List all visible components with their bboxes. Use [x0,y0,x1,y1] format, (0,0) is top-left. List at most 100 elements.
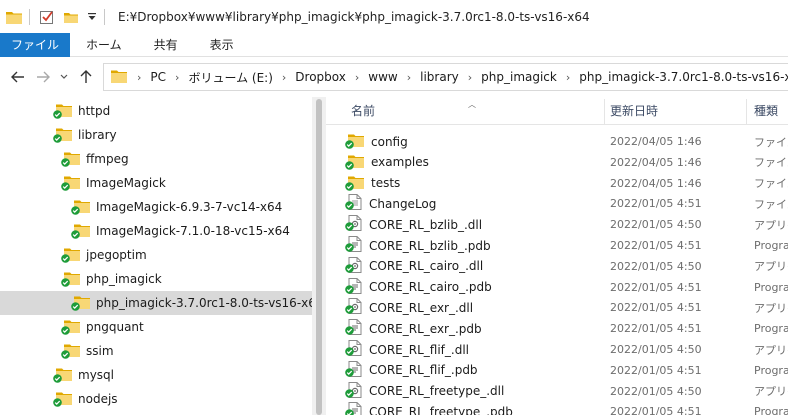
address-row: › PC › ボリューム (E:) › Dropbox › www › libr… [0,57,788,97]
nav-tree-label: ssim [86,344,114,358]
nav-tree-item[interactable]: ImageMagick-6.9.3-7-vc14-x64 [0,195,312,219]
column-header-name[interactable]: 名前 [351,97,375,125]
recent-locations-button[interactable] [57,66,71,88]
file-row[interactable]: CORE_RL_bzlib_.dll 2022/01/05 4:50 アプリケ [326,214,788,235]
properties-button[interactable] [37,7,57,27]
nav-tree-item[interactable]: library [0,123,312,147]
file-type: Progra [754,405,788,415]
nav-tree-item[interactable]: httpd [0,99,312,123]
file-row[interactable]: CORE_RL_bzlib_.pdb 2022/01/05 4:51 Progra [326,235,788,256]
nav-tree-label: pngquant [86,320,144,334]
forward-button[interactable] [32,66,54,88]
tab-share[interactable]: 共有 [138,33,194,57]
sync-check-icon [345,305,354,315]
breadcrumb-chevron-icon[interactable]: › [468,71,472,84]
chevron-down-icon [60,74,68,79]
folder-icon [345,133,364,150]
file-row[interactable]: CORE_RL_freetype_.dll 2022/01/05 4:50 アプリケ [326,381,788,402]
breadcrumb-chevron-icon[interactable]: › [355,71,359,84]
navigation-scrollbar[interactable] [312,97,326,415]
file-date: 2022/01/05 4:50 [610,343,702,356]
file-type: ファイル [754,156,788,170]
ribbon-tabs: ファイル ホーム 共有 表示 [0,33,788,57]
file-date: 2022/01/05 4:51 [610,197,702,211]
column-header-date[interactable]: 更新日時 [610,97,658,125]
scrollbar-thumb[interactable] [316,99,322,415]
nav-tree-item[interactable]: ImageMagick [0,171,312,195]
file-row[interactable]: CORE_RL_freetype_.pdb 2022/01/05 4:51 Prog… [326,401,788,415]
folder-icon [71,223,90,240]
new-folder-button[interactable] [61,7,81,27]
file-name: CORE_RL_bzlib_.pdb [369,238,491,253]
folder-icon [4,7,24,27]
file-date: 2022/01/05 4:51 [610,280,702,294]
breadcrumb-www[interactable]: www [368,70,397,84]
file-name: examples [371,155,429,170]
folder-icon [345,175,364,192]
file-row[interactable]: CORE_RL_cairo_.pdb 2022/01/05 4:51 Progra [326,277,788,298]
nav-tree-item[interactable]: ffmpeg [0,147,312,171]
nav-tree-item[interactable]: jpegoptim [0,243,312,267]
file-name: CORE_RL_bzlib_.dll [369,217,483,232]
tab-view[interactable]: 表示 [194,33,250,57]
tab-file[interactable]: ファイル [0,33,71,57]
nav-tree-item[interactable]: ImageMagick-7.1.0-18-vc15-x64 [0,219,312,243]
file-type: アプリケ [754,385,788,399]
nav-tree-item[interactable]: php_imagick-3.7.0rc1-8.0-ts-vs16-x64 [0,291,324,315]
folder-icon [111,69,127,86]
breadcrumb-pc[interactable]: PC [150,70,166,84]
sort-ascending-icon: ︿ [468,100,476,109]
back-button[interactable] [7,66,29,88]
breadcrumb-library[interactable]: library [420,70,459,84]
nav-tree-item[interactable]: pngquant [0,315,312,339]
file-name: CORE_RL_exr_.dll [369,300,474,315]
folder-icon [53,103,72,120]
sync-check-icon [61,349,70,359]
customize-quick-access-button[interactable] [85,7,99,27]
file-row[interactable]: config 2022/04/05 1:46 ファイル [326,131,788,152]
file-date: 2022/04/05 1:46 [610,155,702,169]
file-row[interactable]: ChangeLog 2022/01/05 4:51 ファイル [326,193,788,214]
breadcrumb-chevron-icon[interactable]: › [175,71,179,84]
breadcrumb-chevron-icon[interactable]: › [407,71,411,84]
file-row[interactable]: CORE_RL_cairo_.dll 2022/01/05 4:50 アプリケ [326,256,788,277]
nav-tree-item[interactable]: ssim [0,339,312,363]
title-separator [104,8,105,25]
file-row[interactable]: CORE_RL_exr_.dll 2022/01/05 4:51 アプリケ [326,297,788,318]
up-button[interactable] [75,66,97,88]
nav-tree-item[interactable]: php_imagick [0,267,312,291]
address-bar[interactable]: › PC › ボリューム (E:) › Dropbox › www › libr… [103,63,788,91]
folder-icon [53,367,72,384]
breadcrumb-chevron-icon[interactable]: › [137,71,141,84]
nav-tree-item[interactable]: nodejs [0,387,312,411]
file-date: 2022/01/05 4:51 [610,405,702,415]
sync-check-icon [345,243,354,252]
breadcrumb-php-imagick[interactable]: php_imagick [481,70,557,84]
nav-tree-label: ImageMagick-7.1.0-18-vc15-x64 [96,224,290,238]
file-row[interactable]: CORE_RL_exr_.pdb 2022/01/05 4:51 Progra [326,318,788,339]
file-row[interactable]: examples 2022/04/05 1:46 ファイル [326,152,788,173]
file-icon [345,340,362,359]
folder-icon [53,391,72,408]
column-header-type[interactable]: 種類 [754,97,778,125]
column-divider[interactable] [604,99,605,125]
file-type: ファイル [754,135,788,149]
sync-check-icon [61,157,70,167]
nav-tree-item[interactable]: mysql [0,363,312,387]
tab-home[interactable]: ホーム [70,33,138,57]
file-date: 2022/04/05 1:46 [610,176,702,190]
column-divider[interactable] [746,99,747,125]
file-name-cell: CORE_RL_exr_.dll [345,298,474,317]
file-row[interactable]: tests 2022/04/05 1:46 ファイル [326,173,788,194]
file-type: アプリケ [754,301,788,315]
file-row[interactable]: CORE_RL_flif_.pdb 2022/01/05 4:51 Progra [326,360,788,381]
breadcrumb-chevron-icon[interactable]: › [566,71,570,84]
breadcrumb-volume[interactable]: ボリューム (E:) [188,69,272,86]
breadcrumb-current-folder[interactable]: php_imagick-3.7.0rc1-8.0-ts-vs16-x64 [579,70,788,84]
sync-check-icon [345,284,354,294]
breadcrumb-dropbox[interactable]: Dropbox [295,70,346,84]
file-row[interactable]: CORE_RL_flif_.dll 2022/01/05 4:50 アプリケ [326,339,788,360]
breadcrumb-chevron-icon[interactable]: › [282,71,286,84]
file-date: 2022/04/05 1:46 [610,135,702,148]
column-header-row: ︿ 名前 更新日時 種類 [326,97,788,125]
